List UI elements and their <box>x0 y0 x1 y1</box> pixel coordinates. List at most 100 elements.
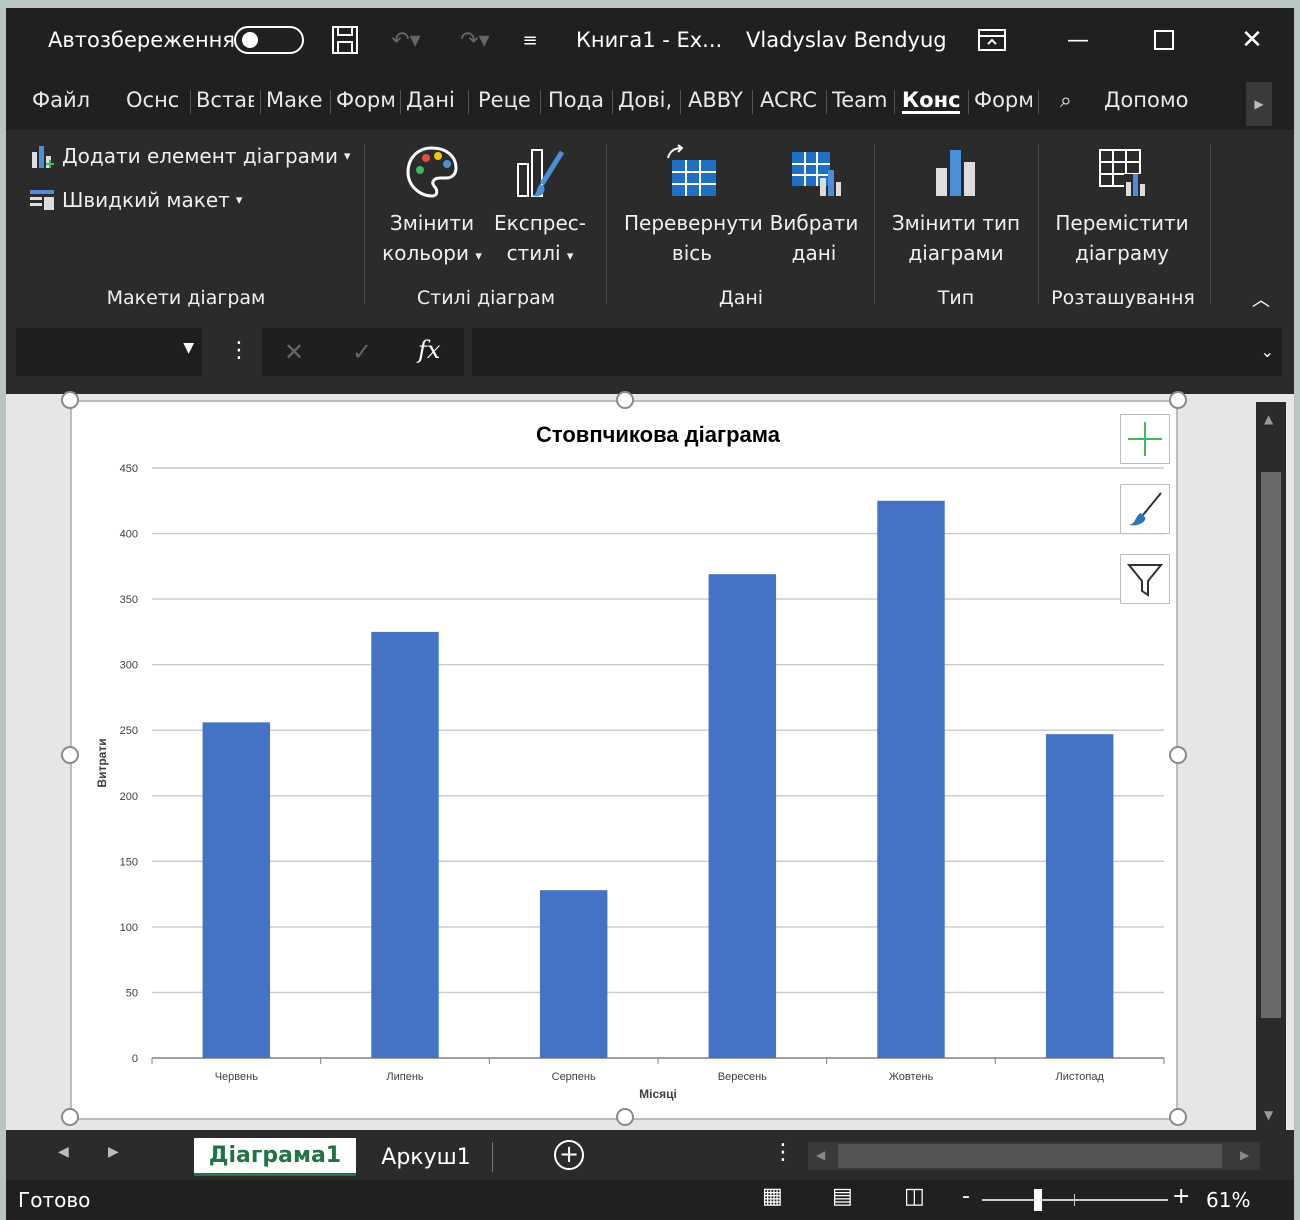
formula-input[interactable]: ⌄ <box>472 328 1282 376</box>
chart-area[interactable]: Стовпчикова діаграма 0 50 100 150 200 250 300 35… <box>70 400 1178 1120</box>
chevron-down-icon: ▼ <box>183 340 194 356</box>
name-box[interactable]: ▼ <box>16 328 202 376</box>
quick-styles-button[interactable]: Експрес- стилі ▾ <box>492 144 588 272</box>
sheet-tab-chart1[interactable]: Діаграма1 <box>194 1138 356 1176</box>
tab-help[interactable]: Допомо <box>1104 88 1189 114</box>
change-chart-type-label-1: Змінити тип <box>891 211 1021 235</box>
expand-formula-icon[interactable]: ⌄ <box>1261 342 1274 361</box>
add-sheet-icon[interactable]: + <box>554 1140 584 1170</box>
scroll-left-icon[interactable]: ◀ <box>816 1148 825 1162</box>
move-chart-button[interactable]: Перемістити діаграму <box>1052 144 1192 268</box>
insert-function-button[interactable]: fx <box>418 336 440 364</box>
vertical-scroll-thumb[interactable] <box>1261 472 1281 1018</box>
zoom-out-icon[interactable]: - <box>962 1184 970 1209</box>
horizontal-scrollbar[interactable]: ◀ ▶ <box>808 1142 1260 1170</box>
enter-icon[interactable]: ✓ <box>352 338 372 366</box>
bar <box>877 500 945 1058</box>
group-label-type: Тип <box>937 287 975 309</box>
quick-styles-label-2: стилі ▾ <box>506 241 574 265</box>
tab-abbyy[interactable]: ABBY <box>688 88 746 114</box>
save-icon[interactable] <box>328 22 362 58</box>
select-data-label-1: Вибрати <box>769 211 859 235</box>
bar <box>371 631 439 1058</box>
y-tick-label: 150 <box>120 856 138 868</box>
tabs-scroll-right-button[interactable]: ▶ <box>1246 82 1272 126</box>
undo-icon[interactable]: ↶▾ <box>384 22 428 58</box>
group-label-location: Розташування <box>1051 287 1195 309</box>
resize-handle[interactable] <box>616 391 634 409</box>
add-chart-element-button[interactable]: Додати елемент діаграми ▾ <box>28 142 351 170</box>
x-tick-label: Червень <box>215 1071 258 1083</box>
ribbon-display-icon[interactable] <box>974 22 1010 58</box>
page-break-view-icon[interactable]: ◫ <box>904 1184 925 1209</box>
resize-handle[interactable] <box>616 1108 634 1126</box>
select-data-label-2: дані <box>791 241 837 265</box>
tab-view[interactable]: Пода <box>548 88 606 114</box>
tab-team[interactable]: Team <box>832 88 890 114</box>
prev-sheet-icon[interactable]: ◀ <box>58 1144 69 1160</box>
move-chart-icon <box>1099 149 1146 196</box>
tab-data[interactable]: Дані <box>406 88 462 114</box>
select-data-button[interactable]: Вибрати дані <box>766 144 862 268</box>
vertical-scrollbar[interactable]: ▲ ▼ <box>1256 402 1286 1130</box>
tab-format[interactable]: Форм <box>974 88 1032 114</box>
chart-styles-button[interactable] <box>1120 484 1170 534</box>
collapse-ribbon-icon[interactable]: ︿ <box>1252 286 1270 312</box>
cancel-icon[interactable]: ✕ <box>284 338 304 366</box>
close-icon[interactable]: ✕ <box>1234 22 1270 58</box>
autosave-toggle[interactable] <box>234 26 304 54</box>
normal-view-icon[interactable]: ▦ <box>762 1184 783 1209</box>
minimize-icon[interactable]: — <box>1060 22 1096 58</box>
resize-handle[interactable] <box>61 746 79 764</box>
resize-handle[interactable] <box>1169 391 1187 409</box>
tab-insert[interactable]: Встав <box>196 88 254 114</box>
zoom-slider[interactable] <box>982 1189 1168 1211</box>
quick-layout-button[interactable]: Швидкий макет ▾ <box>28 186 242 214</box>
excel-window: Автозбереження ↶▾ ↷▾ ≡ Книга1 - Ex... Vl… <box>6 8 1294 1220</box>
resize-handle[interactable] <box>1169 746 1187 764</box>
next-sheet-icon[interactable]: ▶ <box>108 1144 119 1160</box>
more-sheets-icon[interactable]: ⋮ <box>772 1140 794 1165</box>
tab-chart-design[interactable]: Конс <box>902 88 960 114</box>
scroll-down-icon[interactable]: ▼ <box>1264 1108 1273 1122</box>
scroll-up-icon[interactable]: ▲ <box>1264 412 1273 426</box>
title-bar: Автозбереження ↶▾ ↷▾ ≡ Книга1 - Ex... Vl… <box>6 8 1294 72</box>
group-label-data: Дані <box>718 287 764 309</box>
change-chart-type-button[interactable]: Змінити тип діаграми <box>890 144 1022 268</box>
more-options-icon[interactable]: ⋮ <box>228 338 250 363</box>
chart-elements-button[interactable] <box>1120 414 1170 464</box>
tab-file[interactable]: Файл <box>32 88 90 114</box>
resize-handle[interactable] <box>61 1108 79 1126</box>
user-name[interactable]: Vladyslav Bendyug <box>746 28 947 52</box>
scroll-right-icon[interactable]: ▶ <box>1240 1148 1249 1162</box>
customize-qat-icon[interactable]: ≡ <box>520 22 540 58</box>
y-tick-label: 200 <box>120 791 138 803</box>
maximize-icon[interactable] <box>1146 22 1182 58</box>
chart-filters-button[interactable] <box>1120 554 1170 604</box>
y-axis-label: Витрати <box>95 738 109 787</box>
tab-help-ref[interactable]: Дові, <box>618 88 676 114</box>
zoom-level[interactable]: 61% <box>1206 1188 1250 1212</box>
resize-handle[interactable] <box>61 391 79 409</box>
y-tick-label: 400 <box>120 529 138 541</box>
bar <box>539 890 608 1058</box>
zoom-slider-thumb[interactable] <box>1034 1189 1042 1211</box>
tab-home[interactable]: Оснс <box>126 88 184 114</box>
sheet-tabs-bar: ◀ ▶ Діаграма1 Аркуш1 + ⋮ ◀ ▶ <box>6 1130 1294 1180</box>
tab-layout[interactable]: Маке <box>266 88 324 114</box>
horizontal-scroll-thumb[interactable] <box>838 1144 1222 1168</box>
tab-formulas[interactable]: Форм <box>336 88 394 114</box>
quick-styles-label-1: Експрес- <box>493 211 586 235</box>
redo-icon[interactable]: ↷▾ <box>450 22 500 58</box>
switch-row-column-button[interactable]: Перевернути вісь <box>624 144 763 268</box>
change-colors-button[interactable]: Змінити кольори ▾ <box>382 144 482 272</box>
filter-icon <box>1126 564 1164 597</box>
resize-handle[interactable] <box>1169 1108 1187 1126</box>
sheet-tab-sheet1[interactable]: Аркуш1 <box>366 1138 486 1176</box>
search-icon[interactable]: ⌕ <box>1060 88 1072 114</box>
tab-acrobat[interactable]: ACRC <box>760 88 822 114</box>
page-layout-view-icon[interactable]: ▤ <box>832 1184 853 1209</box>
zoom-in-icon[interactable]: + <box>1172 1184 1190 1209</box>
tab-review[interactable]: Реце <box>478 88 536 114</box>
bar <box>1045 734 1114 1058</box>
